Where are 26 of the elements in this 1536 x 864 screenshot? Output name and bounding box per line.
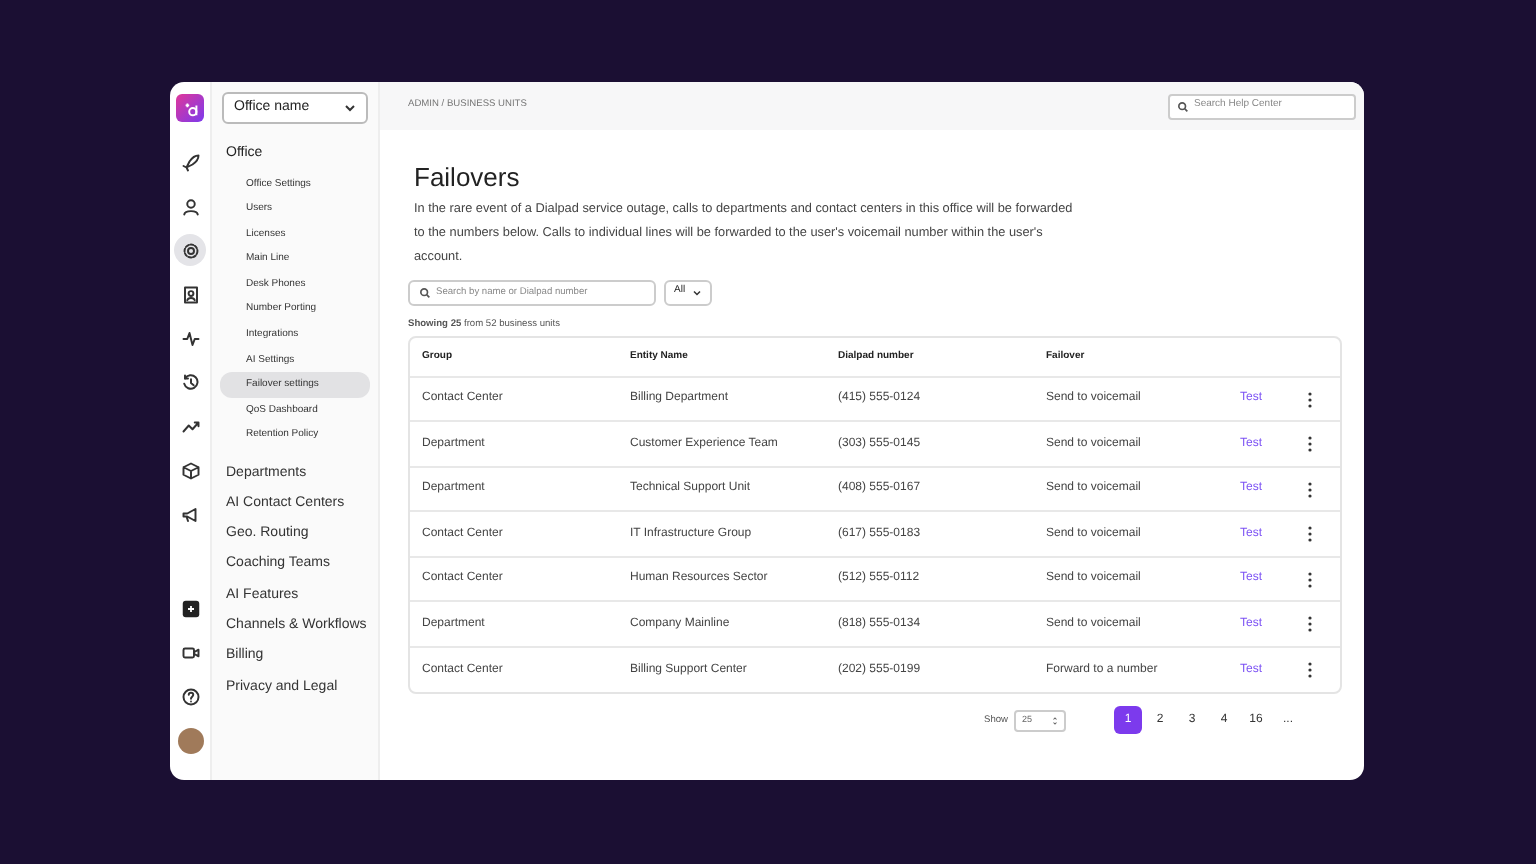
cube-icon[interactable] xyxy=(181,461,199,479)
more-icon[interactable] xyxy=(1306,481,1315,498)
stepper-icon xyxy=(1052,715,1058,726)
more-icon[interactable] xyxy=(1306,436,1315,453)
trend-icon[interactable] xyxy=(181,417,199,435)
page-title: Failovers xyxy=(414,162,522,194)
app-icon[interactable] xyxy=(181,599,199,617)
search-icon xyxy=(1178,101,1188,111)
history-icon[interactable] xyxy=(181,373,199,391)
settings-icon[interactable] xyxy=(181,241,199,259)
chevron-down-icon xyxy=(344,104,356,112)
help-icon[interactable] xyxy=(181,687,199,705)
search-icon xyxy=(420,287,430,298)
more-icon[interactable] xyxy=(1306,571,1315,588)
user-icon[interactable] xyxy=(181,197,199,215)
app-logo[interactable] xyxy=(176,94,204,122)
more-icon[interactable] xyxy=(1306,526,1315,543)
pulse-icon[interactable] xyxy=(181,329,199,347)
video-camera-icon[interactable] xyxy=(181,643,199,661)
more-icon[interactable] xyxy=(1306,391,1315,408)
id-badge-icon[interactable] xyxy=(181,285,199,303)
more-icon[interactable] xyxy=(1306,616,1315,633)
more-icon[interactable] xyxy=(1306,662,1315,679)
megaphone-icon[interactable] xyxy=(181,505,199,523)
chevron-down-icon xyxy=(691,289,702,296)
avatar-icon[interactable] xyxy=(177,727,203,753)
